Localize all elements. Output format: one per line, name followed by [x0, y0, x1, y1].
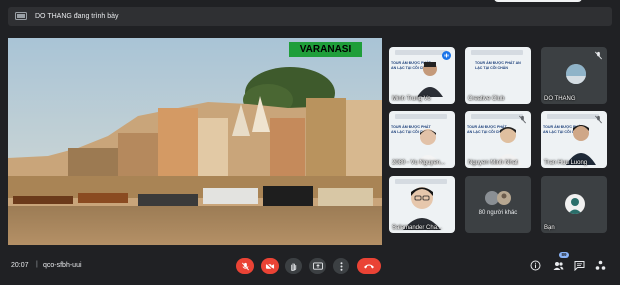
mic-off-icon: [595, 115, 602, 124]
participant-tile[interactable]: DO THANG: [541, 47, 607, 104]
participant-name: Bạn: [544, 225, 555, 231]
poster-logos: [471, 50, 523, 55]
meeting-time: 20:07: [11, 262, 29, 269]
participant-tile[interactable]: TOUR ẨM ĐƯỢC PHÁT AN LẠC TẠI CÕI CHÂN 20…: [389, 111, 455, 168]
poster-logos: [395, 50, 447, 55]
participant-tile[interactable]: TOUR ẨM ĐƯỢC PHÁT AN LẠC TẠI CÕI CHÂN Tr…: [541, 111, 607, 168]
bottom-toolbar: 20:07 | qco-sfbh-uui: [0, 254, 620, 278]
raise-hand-icon: [291, 262, 297, 271]
person-image: [415, 129, 441, 165]
poster-text: TOUR ẨM ĐƯỢC PHÁT AN LẠC TẠI CÕI CHÂN: [475, 61, 521, 70]
participant-name: Nguyen Minh Nhat: [468, 160, 518, 166]
varanasi-label: VARANASI: [289, 42, 362, 57]
people-icon[interactable]: [553, 260, 564, 271]
participant-name: Creative Club: [468, 96, 505, 102]
presentation-icon: [15, 12, 27, 20]
participant-tile[interactable]: Salamander Cha...: [389, 176, 455, 233]
top-edge-panel: [494, 0, 582, 2]
participant-name: DO THANG: [544, 96, 576, 102]
separator: |: [36, 261, 38, 268]
others-tile[interactable]: 80 người khác: [465, 176, 531, 233]
shared-screen: VARANASI: [8, 38, 382, 245]
camera-toggle-button[interactable]: [261, 258, 279, 274]
present-button[interactable]: [309, 258, 326, 274]
raise-hand-button[interactable]: [285, 258, 302, 274]
person-image: [403, 187, 441, 230]
avatar: [566, 64, 586, 84]
person-image: [494, 127, 522, 165]
poster-logos: [395, 114, 447, 119]
person-image: [417, 62, 443, 97]
participant-count-badge: 89: [559, 252, 569, 258]
speaking-indicator-icon: [442, 51, 451, 60]
participant-tile[interactable]: TOUR ẨM ĐƯỢC PHÁT AN LẠC TẠI CÕI CHÂN Mi…: [389, 47, 455, 104]
more-options-button[interactable]: [333, 258, 349, 274]
present-icon: [312, 261, 323, 270]
participant-name: Salamander Cha...: [392, 225, 443, 231]
mic-toggle-button[interactable]: [236, 258, 254, 274]
participant-name: Tran Huu Luong: [544, 160, 588, 166]
varanasi-photo: [8, 38, 382, 245]
meeting-code: qco-sfbh-uui: [43, 262, 82, 269]
poster-logos: [471, 114, 523, 119]
participant-tile[interactable]: TOUR ẨM ĐƯỢC PHÁT AN LẠC TẠI CÕI CHÂN Ng…: [465, 111, 531, 168]
others-avatars: [485, 191, 511, 205]
mic-off-icon: [519, 115, 526, 124]
participant-name: 2080 - Vu Nguyen...: [392, 160, 446, 166]
end-call-button[interactable]: [357, 258, 381, 274]
participant-tile[interactable]: TOUR ẨM ĐƯỢC PHÁT AN LẠC TẠI CÕI CHÂN Cr…: [465, 47, 531, 104]
end-call-icon: [364, 264, 374, 269]
camera-off-icon: [265, 262, 275, 270]
activities-icon[interactable]: [595, 260, 606, 271]
info-icon[interactable]: [530, 260, 541, 271]
chat-icon[interactable]: [574, 260, 585, 271]
presenter-banner: DO THANG đang trình bày: [8, 7, 612, 26]
avatar: [565, 194, 585, 214]
more-icon: [340, 261, 342, 271]
others-count-label: 80 người khác: [478, 210, 518, 216]
mic-off-icon: [595, 51, 602, 60]
mic-off-icon: [241, 262, 249, 270]
self-tile[interactable]: Bạn: [541, 176, 607, 233]
person-image: [566, 125, 596, 165]
participant-name: Minh Trung Vo: [392, 96, 431, 102]
presenter-text: DO THANG đang trình bày: [35, 13, 119, 20]
